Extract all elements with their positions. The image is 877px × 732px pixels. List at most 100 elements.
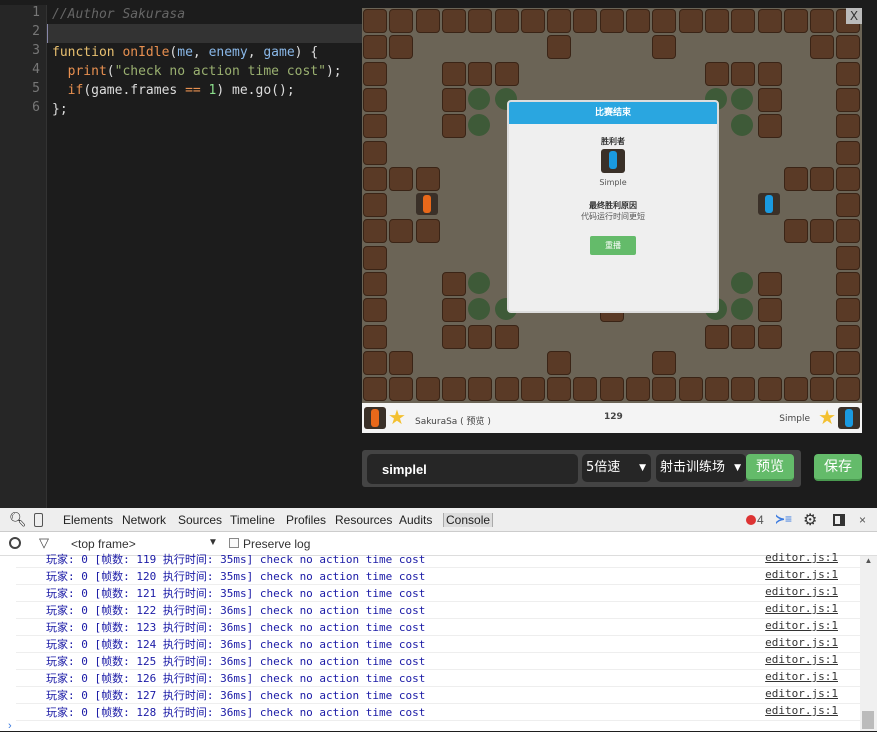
tab-network[interactable]: Network: [122, 513, 166, 527]
wall-block: [520, 9, 545, 33]
bush: [468, 272, 491, 294]
speed-select[interactable]: 5倍速 ▼: [582, 454, 651, 482]
code-line[interactable]: print("check no action time cost");: [47, 62, 367, 81]
opponent-input[interactable]: [367, 454, 578, 484]
tab-sources[interactable]: Sources: [178, 513, 222, 527]
game-status-bar: ★ SakuraSa ( 预览 ) 129 Simple ★: [362, 403, 862, 433]
wall-block: [836, 219, 861, 244]
wall-block: [441, 114, 466, 139]
source-link[interactable]: editor.js:1: [765, 687, 838, 700]
scrollbar[interactable]: ▲: [860, 556, 877, 731]
source-link[interactable]: editor.js:1: [765, 619, 838, 632]
tab-console[interactable]: Console: [443, 513, 494, 527]
error-icon: [746, 515, 756, 525]
code-line[interactable]: };: [47, 100, 367, 119]
winner-name: Simple: [599, 178, 627, 187]
wall-block: [731, 377, 756, 402]
reason-label: 最终胜利原因: [589, 201, 637, 210]
chevron-down-icon: ▼: [734, 463, 741, 473]
wall-block: [783, 377, 808, 402]
code-line[interactable]: function onIdle(me, enemy, game) {: [47, 43, 367, 62]
wall-block: [415, 166, 440, 191]
wall-block: [757, 324, 782, 349]
wall-block: [389, 377, 414, 402]
scrollbar-thumb[interactable]: [862, 711, 874, 729]
preview-button[interactable]: 预览: [746, 454, 794, 481]
wall-block: [731, 9, 756, 33]
source-link[interactable]: editor.js:1: [765, 653, 838, 666]
chevron-down-icon: ▼: [639, 463, 646, 473]
game-view: X 比赛结束 胜利者 Simple 最终胜利原因 代码运行时间更短 重播: [362, 8, 862, 403]
player1-tank-icon: [364, 407, 386, 429]
wall-block: [468, 324, 493, 349]
log-message: 玩家: 0 [帧数: 128 执行时间: 36ms] check no acti…: [46, 706, 426, 719]
bush: [731, 114, 754, 137]
code-line[interactable]: if(game.frames == 1) me.go();: [47, 81, 367, 100]
console-log: 玩家: 0 [帧数: 119 执行时间: 35ms] check no acti…: [0, 551, 860, 726]
code-token: game: [263, 45, 295, 60]
close-icon[interactable]: ×: [859, 513, 866, 527]
code-line[interactable]: [47, 24, 367, 43]
devtools-panel: 🔍︎ Elements Network Sources Timeline Profile…: [0, 508, 877, 732]
console-row: 玩家: 0 [帧数: 119 执行时间: 35ms] check no acti…: [16, 551, 860, 568]
wall-block: [547, 350, 572, 375]
scroll-up-icon[interactable]: ▲: [860, 556, 877, 565]
source-link[interactable]: editor.js:1: [765, 551, 838, 564]
console-row: 玩家: 0 [帧数: 123 执行时间: 36ms] check no acti…: [16, 619, 860, 636]
wall-block: [363, 35, 387, 60]
device-mode-icon[interactable]: [34, 513, 43, 527]
console-row: 玩家: 0 [帧数: 125 执行时间: 36ms] check no acti…: [16, 653, 860, 670]
error-count[interactable]: 4: [757, 513, 764, 527]
frame-select[interactable]: <top frame>: [71, 537, 136, 551]
log-message: 玩家: 0 [帧数: 124 执行时间: 36ms] check no acti…: [46, 638, 426, 651]
wall-block: [836, 35, 861, 60]
close-button[interactable]: X: [846, 8, 862, 24]
tab-profiles[interactable]: Profiles: [286, 513, 326, 527]
log-message: 玩家: 0 [帧数: 119 执行时间: 35ms] check no acti…: [46, 553, 426, 566]
console-prompt-icon[interactable]: ›: [8, 720, 12, 732]
player2-name: Simple: [779, 414, 810, 424]
code-editor[interactable]: //Author Sakurasa function onIdle (me, ene…: [47, 5, 367, 508]
code-token: "check no action time cost": [114, 64, 326, 79]
search-icon[interactable]: 🔍︎: [9, 511, 27, 528]
gear-icon[interactable]: ⚙: [803, 510, 817, 530]
tank-icon: [757, 193, 780, 216]
tab-timeline[interactable]: Timeline: [230, 513, 275, 527]
wall-block: [810, 9, 835, 33]
bush: [468, 298, 491, 321]
player1-name: SakuraSa ( 预览 ): [415, 417, 491, 427]
bush: [468, 87, 491, 110]
clear-console-icon[interactable]: [9, 537, 21, 549]
wall-block: [547, 9, 572, 33]
wall-block: [836, 324, 861, 349]
source-link[interactable]: editor.js:1: [765, 670, 838, 683]
preserve-log-checkbox[interactable]: [229, 538, 239, 548]
wall-block: [547, 35, 572, 60]
wall-block: [652, 9, 677, 33]
tab-resources[interactable]: Resources: [335, 513, 392, 527]
drawer-icon[interactable]: ≻≡: [775, 512, 792, 526]
code-line[interactable]: //Author Sakurasa: [47, 5, 367, 24]
source-link[interactable]: editor.js:1: [765, 636, 838, 649]
source-link[interactable]: editor.js:1: [765, 568, 838, 581]
tab-audits[interactable]: Audits: [399, 513, 432, 527]
source-link[interactable]: editor.js:1: [765, 602, 838, 615]
filter-icon[interactable]: ▽: [39, 535, 49, 551]
chevron-down-icon[interactable]: ▼: [208, 537, 218, 548]
source-link[interactable]: editor.js:1: [765, 585, 838, 598]
replay-button[interactable]: 重播: [590, 236, 636, 255]
map-select[interactable]: 射击训练场 ▼: [656, 454, 746, 482]
dock-icon[interactable]: [833, 514, 845, 526]
tab-elements[interactable]: Elements: [63, 513, 113, 527]
code-token: onIdle: [122, 45, 170, 60]
star-icon: ★: [818, 405, 836, 429]
wall-block: [836, 298, 861, 323]
wall-block: [652, 377, 677, 402]
wall-block: [836, 377, 861, 402]
wall-block: [441, 9, 466, 33]
wall-block: [415, 219, 440, 244]
save-button[interactable]: 保存: [814, 454, 862, 481]
wall-block: [363, 272, 387, 296]
source-link[interactable]: editor.js:1: [765, 704, 838, 717]
